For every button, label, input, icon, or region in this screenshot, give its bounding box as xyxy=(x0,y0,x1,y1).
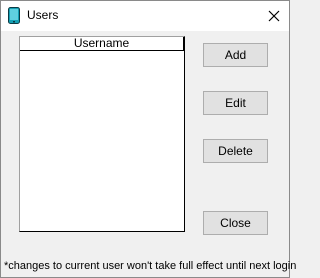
edit-button[interactable]: Edit xyxy=(203,91,268,115)
add-button[interactable]: Add xyxy=(203,43,268,67)
title-bar: Users xyxy=(1,1,289,31)
column-header-username[interactable]: Username xyxy=(20,37,184,51)
close-window-button[interactable] xyxy=(264,6,284,26)
window-title: Users xyxy=(27,8,59,22)
close-button[interactable]: Close xyxy=(203,211,268,235)
footnote-text: *changes to current user won't take full… xyxy=(4,260,297,272)
delete-button[interactable]: Delete xyxy=(203,139,268,163)
users-list[interactable]: Username xyxy=(19,36,185,232)
close-icon xyxy=(268,10,280,22)
users-dialog: Users Username Add Edit Delete Close *ch… xyxy=(0,0,296,278)
user-phone-icon xyxy=(8,7,20,24)
